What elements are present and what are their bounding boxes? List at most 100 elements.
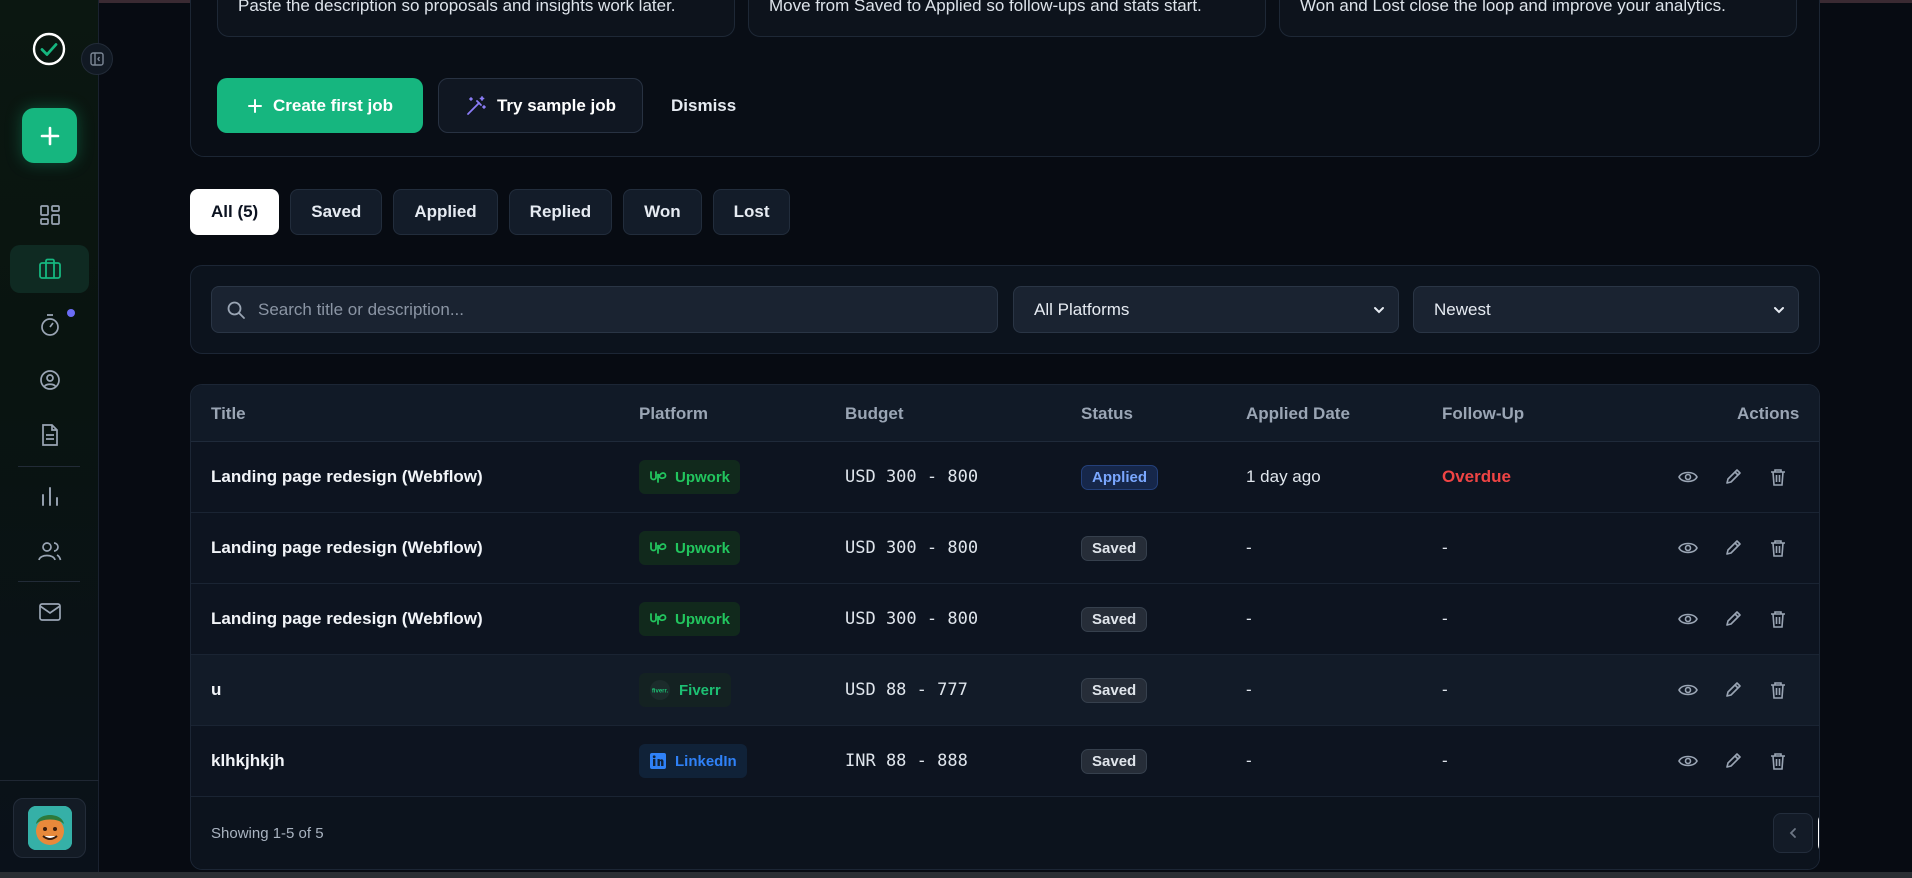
follow-up: Overdue xyxy=(1442,467,1511,486)
create-first-job-button[interactable]: Create first job xyxy=(217,78,423,133)
platform-name: Fiverr xyxy=(679,681,721,699)
tab-lost[interactable]: Lost xyxy=(712,189,791,235)
nav-dashboard[interactable] xyxy=(10,191,89,239)
try-sample-job-label: Try sample job xyxy=(496,95,617,115)
eye-icon xyxy=(1677,613,1698,625)
delete-button[interactable] xyxy=(1767,467,1788,488)
table-row[interactable]: Landing page redesign (Webflow) Upwork U… xyxy=(191,513,1819,584)
header-title[interactable]: Title xyxy=(211,404,246,424)
budget: USD 88 - 777 xyxy=(845,680,968,700)
edit-button[interactable] xyxy=(1722,680,1743,701)
edit-button[interactable] xyxy=(1722,751,1743,772)
delete-button[interactable] xyxy=(1767,751,1788,772)
table-row[interactable]: Landing page redesign (Webflow) Upwork U… xyxy=(191,442,1819,513)
tip-text: Move from Saved to Applied so follow-ups… xyxy=(769,0,1202,15)
prev-page-button[interactable] xyxy=(1773,813,1813,853)
view-button[interactable] xyxy=(1677,609,1698,630)
sort-select-value: Newest xyxy=(1434,299,1491,319)
nav-jobs[interactable] xyxy=(10,245,89,293)
nav-followups[interactable] xyxy=(10,301,89,349)
status-cell: Saved xyxy=(1081,584,1148,654)
collapse-sidebar-button[interactable] xyxy=(81,43,113,75)
platform-name: Upwork xyxy=(675,539,731,557)
users-icon xyxy=(37,542,61,561)
bar-chart-icon xyxy=(41,487,58,506)
platform-name: LinkedIn xyxy=(675,752,737,770)
tab-won[interactable]: Won xyxy=(623,189,702,235)
header-status[interactable]: Status xyxy=(1081,404,1133,424)
avatar-image xyxy=(27,806,72,850)
status-tabs: All (5) Saved Applied Replied Won Lost xyxy=(190,189,791,235)
delete-button[interactable] xyxy=(1767,680,1788,701)
edit-button[interactable] xyxy=(1722,609,1743,630)
fiverr-logo-icon: fiverr. xyxy=(650,680,670,700)
view-button[interactable] xyxy=(1677,467,1698,488)
add-job-button[interactable] xyxy=(22,108,77,163)
nav-profile[interactable] xyxy=(10,356,89,404)
nav-documents[interactable] xyxy=(10,411,89,459)
nav-clients[interactable] xyxy=(10,527,89,575)
view-button[interactable] xyxy=(1677,538,1698,559)
briefcase-icon xyxy=(38,258,61,279)
delete-button[interactable] xyxy=(1767,609,1788,630)
document-icon xyxy=(41,424,58,446)
page-1-button[interactable]: 1 xyxy=(1818,813,1819,853)
pencil-icon xyxy=(1725,753,1741,768)
job-title[interactable]: Landing page redesign (Webflow) xyxy=(211,513,483,583)
nav-mail[interactable] xyxy=(10,588,89,636)
delete-button[interactable] xyxy=(1767,538,1788,559)
trash-icon xyxy=(1770,540,1785,557)
eye-icon xyxy=(1677,471,1698,483)
onboarding-card: Paste the description so proposals and i… xyxy=(190,0,1820,157)
nav-analytics[interactable] xyxy=(10,472,89,520)
tab-replied[interactable]: Replied xyxy=(508,189,613,235)
job-title[interactable]: u xyxy=(211,655,221,725)
status-badge: Saved xyxy=(1081,748,1148,774)
view-button[interactable] xyxy=(1677,751,1698,772)
platform-select[interactable]: All Platforms xyxy=(1013,286,1399,333)
tab-all[interactable]: All (5) xyxy=(190,189,280,235)
status-badge: Saved xyxy=(1081,535,1148,561)
tip-text: Paste the description so proposals and i… xyxy=(238,0,676,15)
tab-saved[interactable]: Saved xyxy=(290,189,383,235)
filter-panel: All Platforms Newest xyxy=(190,265,1820,354)
platform-cell: LinkedIn xyxy=(639,726,747,796)
edit-button[interactable] xyxy=(1722,467,1743,488)
job-title[interactable]: Landing page redesign (Webflow) xyxy=(211,584,483,654)
table-row[interactable]: u fiverr. Fiverr USD 88 - 777 Saved - - xyxy=(191,655,1819,726)
chevron-left-icon xyxy=(1789,828,1796,838)
follow-up: - xyxy=(1442,751,1448,770)
svg-text:fiverr.: fiverr. xyxy=(652,689,669,695)
chevron-down-icon xyxy=(1374,306,1384,313)
edit-button[interactable] xyxy=(1722,538,1743,559)
tab-applied[interactable]: Applied xyxy=(393,189,498,235)
upwork-logo-icon xyxy=(650,471,667,483)
header-applied-date[interactable]: Applied Date xyxy=(1246,404,1350,424)
search-input[interactable] xyxy=(258,299,958,320)
job-title[interactable]: Landing page redesign (Webflow) xyxy=(211,442,483,512)
view-button[interactable] xyxy=(1677,680,1698,701)
budget: USD 300 - 800 xyxy=(845,609,979,629)
sidebar-divider xyxy=(18,466,80,467)
jobs-table: Title Platform Budget Status Applied Dat… xyxy=(190,384,1820,870)
row-actions xyxy=(1677,726,1788,796)
table-row[interactable]: Landing page redesign (Webflow) Upwork U… xyxy=(191,584,1819,655)
applied-date: - xyxy=(1246,680,1252,699)
header-budget[interactable]: Budget xyxy=(845,404,904,424)
budget: INR 88 - 888 xyxy=(845,751,968,771)
header-follow-up[interactable]: Follow-Up xyxy=(1442,404,1524,424)
applied-date: 1 day ago xyxy=(1246,467,1321,486)
plus-icon xyxy=(40,126,59,145)
table-row[interactable]: klhkjhkjh LinkedIn INR 88 - 888 Saved - … xyxy=(191,726,1819,797)
header-platform[interactable]: Platform xyxy=(639,404,708,424)
platform-select-value: All Platforms xyxy=(1034,299,1130,319)
sidebar-toggle-icon xyxy=(90,52,104,66)
eye-icon xyxy=(1677,542,1698,554)
job-title[interactable]: klhkjhkjh xyxy=(211,726,285,796)
avatar[interactable] xyxy=(13,798,86,858)
dismiss-button[interactable]: Dismiss xyxy=(651,78,756,133)
check-circle-icon[interactable] xyxy=(31,31,67,67)
try-sample-job-button[interactable]: Try sample job xyxy=(438,78,643,133)
sort-select[interactable]: Newest xyxy=(1413,286,1799,333)
horizontal-scrollbar[interactable] xyxy=(0,872,1912,878)
